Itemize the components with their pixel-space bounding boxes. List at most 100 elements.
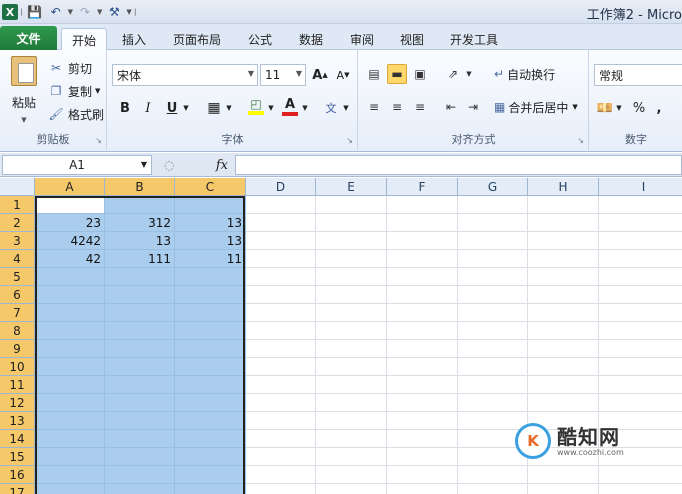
cell-f13[interactable] <box>387 412 458 430</box>
cell-a16[interactable] <box>35 466 105 484</box>
cell-i3[interactable] <box>599 232 682 250</box>
cell-i8[interactable] <box>599 322 682 340</box>
cell-c10[interactable] <box>175 358 246 376</box>
align-bottom-icon[interactable]: ▣ <box>410 64 430 84</box>
cell-c11[interactable] <box>175 376 246 394</box>
cell-g8[interactable] <box>458 322 528 340</box>
cell-e5[interactable] <box>316 268 387 286</box>
cell-b8[interactable] <box>105 322 175 340</box>
font-color-button[interactable]: A <box>280 95 300 117</box>
cell-h16[interactable] <box>528 466 599 484</box>
cell-c15[interactable] <box>175 448 246 466</box>
cell-a12[interactable] <box>35 394 105 412</box>
cell-i7[interactable] <box>599 304 682 322</box>
cell-h7[interactable] <box>528 304 599 322</box>
cell-a7[interactable] <box>35 304 105 322</box>
cell-c5[interactable] <box>175 268 246 286</box>
tab-data[interactable]: 数据 <box>291 28 331 50</box>
decrease-indent-icon[interactable]: ⇤ <box>441 97 461 117</box>
row-header-1[interactable]: 1 <box>0 196 35 214</box>
cell-d4[interactable] <box>246 250 316 268</box>
cell-c13[interactable] <box>175 412 246 430</box>
cell-a3[interactable]: 4242 <box>35 232 105 250</box>
paste-dropdown-icon[interactable]: ▼ <box>21 116 26 124</box>
number-format-combo[interactable]: 常规 <box>594 64 682 86</box>
cell-d15[interactable] <box>246 448 316 466</box>
cell-i12[interactable] <box>599 394 682 412</box>
merge-dropdown-icon[interactable]: ▼ <box>572 103 577 111</box>
cell-h4[interactable] <box>528 250 599 268</box>
bold-button[interactable]: B <box>116 97 134 119</box>
cell-e3[interactable] <box>316 232 387 250</box>
row-header-16[interactable]: 16 <box>0 466 35 484</box>
currency-icon[interactable]: 💴 <box>596 97 614 119</box>
row-header-17[interactable]: 17 <box>0 484 35 494</box>
cell-f10[interactable] <box>387 358 458 376</box>
cell-d14[interactable] <box>246 430 316 448</box>
cell-i4[interactable] <box>599 250 682 268</box>
cell-b4[interactable]: 111 <box>105 250 175 268</box>
cell-g3[interactable] <box>458 232 528 250</box>
cell-e16[interactable] <box>316 466 387 484</box>
cell-d8[interactable] <box>246 322 316 340</box>
cell-d1[interactable] <box>246 196 316 214</box>
cell-b17[interactable] <box>105 484 175 494</box>
align-center-icon[interactable]: ≡ <box>387 97 407 117</box>
cell-c16[interactable] <box>175 466 246 484</box>
copy-button[interactable]: ❐ 复制 ▼ <box>48 81 101 101</box>
fill-color-dropdown-icon[interactable]: ▼ <box>266 97 276 119</box>
cell-g5[interactable] <box>458 268 528 286</box>
cell-d6[interactable] <box>246 286 316 304</box>
grow-font-button[interactable]: A ▲ <box>311 64 329 86</box>
undo-dropdown-icon[interactable]: ▼ <box>68 8 73 16</box>
row-header-10[interactable]: 10 <box>0 358 35 376</box>
cell-f3[interactable] <box>387 232 458 250</box>
cell-b13[interactable] <box>105 412 175 430</box>
phonetic-icon[interactable]: 文 <box>320 97 342 119</box>
cell-e13[interactable] <box>316 412 387 430</box>
row-header-14[interactable]: 14 <box>0 430 35 448</box>
cell-g17[interactable] <box>458 484 528 494</box>
cell-c3[interactable]: 13 <box>175 232 246 250</box>
cell-e4[interactable] <box>316 250 387 268</box>
row-header-8[interactable]: 8 <box>0 322 35 340</box>
row-header-12[interactable]: 12 <box>0 394 35 412</box>
cell-f12[interactable] <box>387 394 458 412</box>
format-painter-button[interactable]: 🖌 格式刷 <box>48 104 104 124</box>
cut-button[interactable]: ✂ 剪切 <box>48 58 92 78</box>
cell-h2[interactable] <box>528 214 599 232</box>
cell-g12[interactable] <box>458 394 528 412</box>
orientation-dropdown-icon[interactable]: ▼ <box>459 64 479 84</box>
tab-formulas[interactable]: 公式 <box>240 28 280 50</box>
cell-i17[interactable] <box>599 484 682 494</box>
align-top-icon[interactable]: ▤ <box>364 64 384 84</box>
column-header-h[interactable]: H <box>528 178 599 196</box>
font-name-combo[interactable]: 宋体 ▼ <box>112 64 258 86</box>
tab-view[interactable]: 视图 <box>392 28 432 50</box>
comma-button[interactable]: , <box>652 97 666 119</box>
tab-file[interactable]: 文件 <box>0 26 57 50</box>
cell-h1[interactable] <box>528 196 599 214</box>
cell-g7[interactable] <box>458 304 528 322</box>
shrink-font-button[interactable]: A ▼ <box>334 64 352 86</box>
phonetic-dropdown-icon[interactable]: ▼ <box>341 97 351 119</box>
cell-a11[interactable] <box>35 376 105 394</box>
wrap-text-button[interactable]: ↵ 自动换行 <box>494 64 555 84</box>
cell-e9[interactable] <box>316 340 387 358</box>
cell-f11[interactable] <box>387 376 458 394</box>
column-header-a[interactable]: A <box>35 178 105 196</box>
redo-icon[interactable]: ↷ <box>76 3 94 21</box>
cell-f15[interactable] <box>387 448 458 466</box>
borders-dropdown-icon[interactable]: ▼ <box>224 97 234 119</box>
cell-b5[interactable] <box>105 268 175 286</box>
cell-d11[interactable] <box>246 376 316 394</box>
column-header-b[interactable]: B <box>105 178 175 196</box>
row-header-11[interactable]: 11 <box>0 376 35 394</box>
tab-home[interactable]: 开始 <box>61 28 107 51</box>
customize-tools-icon[interactable]: ⚒ <box>105 3 123 21</box>
cell-f14[interactable] <box>387 430 458 448</box>
alignment-launcher-icon[interactable]: ↘ <box>577 136 584 145</box>
cell-a10[interactable] <box>35 358 105 376</box>
copy-dropdown-icon[interactable]: ▼ <box>95 87 100 95</box>
cell-a17[interactable] <box>35 484 105 494</box>
